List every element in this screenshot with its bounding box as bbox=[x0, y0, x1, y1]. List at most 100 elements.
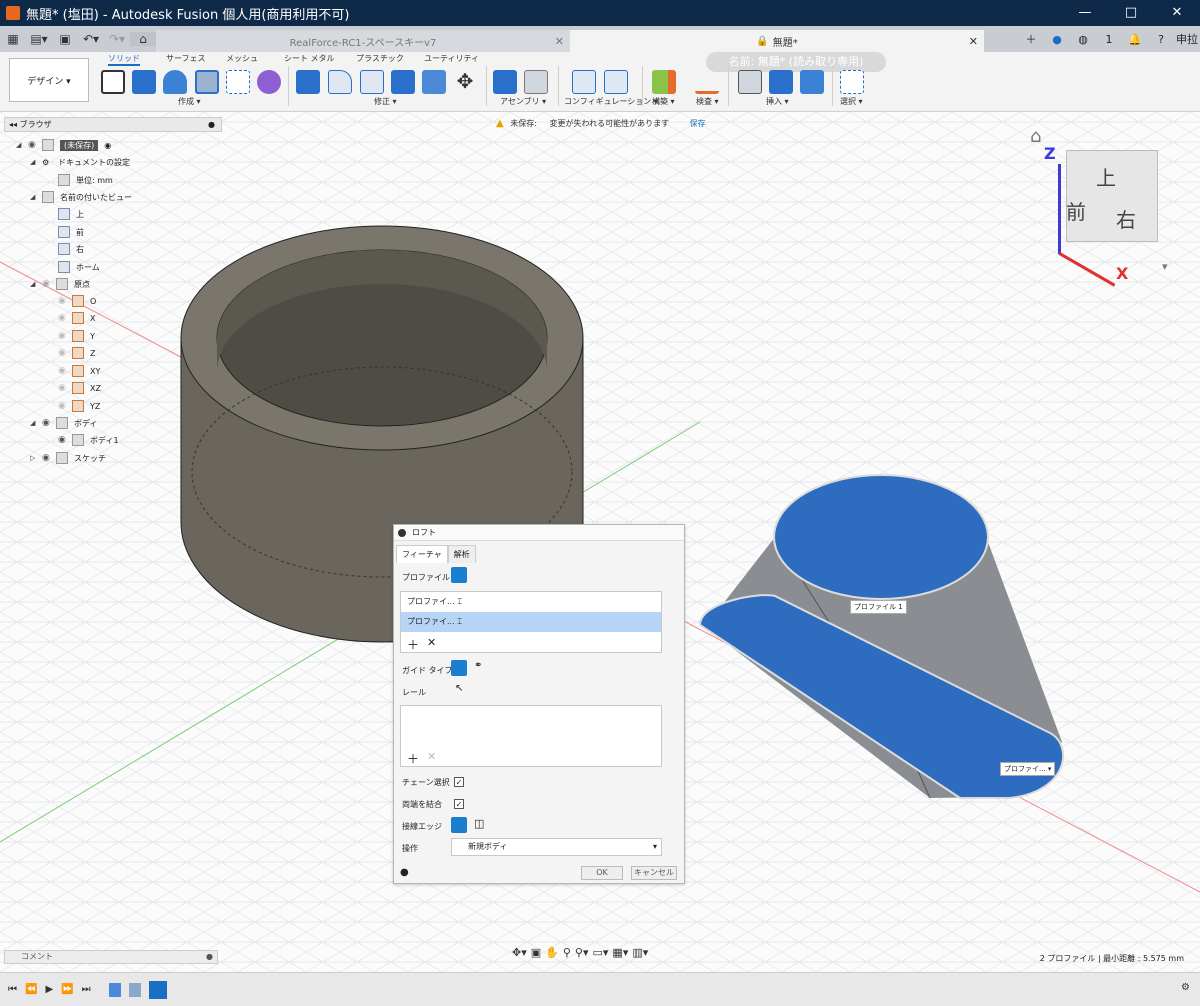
info-icon[interactable]: ● bbox=[400, 867, 409, 878]
timeline-settings-icon[interactable]: ⚙ bbox=[1181, 982, 1190, 993]
next-step-icon[interactable]: ⏩ bbox=[61, 984, 73, 995]
prev-step-icon[interactable]: ⏪ bbox=[25, 984, 37, 995]
tab-untitled[interactable]: 🔒 無題* ✕ bbox=[570, 30, 984, 52]
tab-plastic[interactable]: プラスチック bbox=[356, 53, 404, 64]
tree-view-top[interactable]: 上 bbox=[58, 206, 84, 222]
collapse-icon[interactable]: ◂◂ bbox=[9, 120, 20, 129]
zoom-icon[interactable]: ⚲ bbox=[563, 946, 571, 959]
chain-select-checkbox[interactable]: ✓ bbox=[454, 777, 464, 787]
loft-dialog-header[interactable]: ロフト bbox=[394, 525, 684, 541]
data-panel-icon[interactable]: ◍ bbox=[1070, 33, 1096, 46]
browser-options-icon[interactable]: ● bbox=[208, 118, 215, 132]
canvas-icon[interactable] bbox=[800, 70, 824, 94]
look-at-icon[interactable]: ▣ bbox=[531, 946, 541, 959]
orbit-icon[interactable]: ✥▾ bbox=[512, 946, 527, 959]
pan-icon[interactable]: ✋ bbox=[545, 946, 559, 959]
tangent-keep-option-icon[interactable]: ◫ bbox=[474, 817, 484, 830]
config-table-icon[interactable] bbox=[604, 70, 628, 94]
viewcube[interactable]: ⌂ 上 前 右 Z X ▾ bbox=[1030, 124, 1168, 287]
first-step-icon[interactable]: ⏮ bbox=[8, 984, 17, 995]
profile-list[interactable]: プロファイ... ⌶ プロファイ... ⌶ ＋ ✕ bbox=[400, 591, 662, 653]
viewports-icon[interactable]: ▥▾ bbox=[632, 946, 648, 959]
group-modify[interactable]: 修正 ▾ bbox=[374, 96, 397, 107]
group-configuration[interactable]: コンフィギュレーション ▾ bbox=[564, 96, 658, 107]
help-icon[interactable]: ? bbox=[1148, 33, 1174, 46]
minimize-button[interactable]: — bbox=[1062, 0, 1108, 26]
viewcube-front[interactable]: 前 bbox=[1066, 196, 1086, 225]
tree-plane-xy[interactable]: ◉ XY bbox=[58, 363, 100, 379]
list-item[interactable]: プロファイ... ⌶ bbox=[401, 612, 661, 632]
guide-rails-option[interactable] bbox=[451, 660, 467, 676]
viewcube-menu-icon[interactable]: ▾ bbox=[1162, 260, 1168, 273]
group-insert[interactable]: 挿入 ▾ bbox=[766, 96, 789, 107]
home-icon[interactable]: ⌂ bbox=[130, 32, 156, 46]
tab-solid[interactable]: ソリッド bbox=[108, 53, 140, 66]
list-item[interactable]: プロファイ... ⌶ bbox=[401, 592, 661, 612]
form-icon[interactable] bbox=[257, 70, 281, 94]
tree-origin-y[interactable]: ◉ Y bbox=[58, 328, 95, 344]
operation-dropdown[interactable]: 新規ボディ ▾ bbox=[451, 838, 662, 856]
timeline-feature-icon[interactable] bbox=[108, 982, 121, 997]
tab-analysis[interactable]: 解析 bbox=[447, 545, 476, 563]
home-view-icon[interactable]: ⌂ bbox=[1030, 126, 1041, 147]
select-icon[interactable] bbox=[840, 70, 864, 94]
offset-plane-icon[interactable] bbox=[652, 70, 676, 94]
tree-sketches[interactable]: ▷ ◉ スケッチ bbox=[30, 450, 106, 466]
tab-utility[interactable]: ユーティリティ bbox=[424, 53, 479, 64]
undo-icon[interactable]: ↶▾ bbox=[78, 32, 104, 46]
create-sketch-icon[interactable] bbox=[101, 70, 125, 94]
tab-realforce[interactable]: RealForce-RC1-スペースキーv7 ✕ bbox=[156, 30, 570, 52]
maximize-button[interactable]: □ bbox=[1108, 0, 1154, 26]
tree-body1[interactable]: ◉ ボディ1 bbox=[58, 432, 119, 448]
extrude-icon[interactable] bbox=[132, 70, 156, 94]
merge-ends-checkbox[interactable]: ✓ bbox=[454, 799, 464, 809]
profile-1-label[interactable]: プロファイル 1 bbox=[850, 600, 907, 614]
combine-icon[interactable] bbox=[422, 70, 446, 94]
notification-icon[interactable]: 🔔 bbox=[1122, 33, 1148, 46]
job-status-icon[interactable]: 1 bbox=[1096, 33, 1122, 46]
tree-view-home[interactable]: ホーム bbox=[58, 259, 100, 275]
redo-icon[interactable]: ↷▾ bbox=[104, 32, 130, 46]
joint-icon[interactable] bbox=[524, 70, 548, 94]
tree-view-right[interactable]: 右 bbox=[58, 241, 84, 257]
close-icon[interactable]: ✕ bbox=[555, 35, 564, 48]
tree-plane-yz[interactable]: ◉ YZ bbox=[58, 398, 100, 414]
zoom-window-icon[interactable]: ⚲▾ bbox=[575, 946, 589, 959]
close-icon[interactable]: ✕ bbox=[969, 35, 978, 48]
tree-origin[interactable]: ◢ ◉ 原点 bbox=[30, 276, 90, 292]
ok-button[interactable]: OK bbox=[581, 866, 623, 880]
tree-origin-x[interactable]: ◉ X bbox=[58, 310, 95, 326]
close-window-button[interactable]: ✕ bbox=[1154, 0, 1200, 26]
group-assembly[interactable]: アセンブリ ▾ bbox=[500, 96, 546, 107]
tree-origin-z[interactable]: ◉ Z bbox=[58, 345, 95, 361]
user-avatar[interactable]: 申拉 bbox=[1174, 31, 1200, 47]
group-create[interactable]: 作成 ▾ bbox=[178, 96, 201, 107]
fillet-icon[interactable] bbox=[328, 70, 352, 94]
chamfer-icon[interactable] bbox=[360, 70, 384, 94]
timeline-feature-icon[interactable] bbox=[128, 982, 141, 997]
tab-feature[interactable]: フィーチャ bbox=[396, 545, 448, 563]
rail-select-icon[interactable]: ↖ bbox=[455, 683, 463, 694]
extensions-icon[interactable]: ● bbox=[1044, 33, 1070, 46]
workspace-switcher[interactable]: デザイン ▾ bbox=[9, 58, 89, 102]
play-icon[interactable]: ▶ bbox=[45, 984, 53, 995]
tree-plane-xz[interactable]: ◉ XZ bbox=[58, 380, 101, 396]
tree-bodies[interactable]: ◢ ◉ ボディ bbox=[30, 415, 97, 431]
insert-mesh-icon[interactable] bbox=[769, 70, 793, 94]
pattern-icon[interactable] bbox=[226, 70, 250, 94]
centerline-option-icon[interactable]: ⚭ bbox=[474, 660, 482, 671]
viewcube-top[interactable]: 上 bbox=[1096, 162, 1116, 191]
rail-list[interactable]: ＋ ✕ bbox=[400, 705, 662, 767]
group-select[interactable]: 選択 ▾ bbox=[840, 96, 863, 107]
tab-surface[interactable]: サーフェス bbox=[166, 53, 206, 64]
new-component-icon[interactable] bbox=[493, 70, 517, 94]
new-tab-icon[interactable]: ＋ bbox=[1018, 31, 1044, 47]
tree-named-views[interactable]: ◢ 名前の付いたビュー bbox=[30, 189, 132, 205]
measure-icon[interactable] bbox=[695, 70, 719, 94]
move-icon[interactable]: ✥ bbox=[453, 70, 477, 94]
file-menu-icon[interactable]: ▤▾ bbox=[26, 32, 52, 46]
tree-doc-settings[interactable]: ◢ ⚙ ドキュメントの設定 bbox=[30, 154, 130, 170]
group-construct[interactable]: 構築 ▾ bbox=[652, 96, 675, 107]
save-link[interactable]: 保存 bbox=[690, 119, 706, 128]
grid-settings-icon[interactable]: ▦▾ bbox=[612, 946, 628, 959]
